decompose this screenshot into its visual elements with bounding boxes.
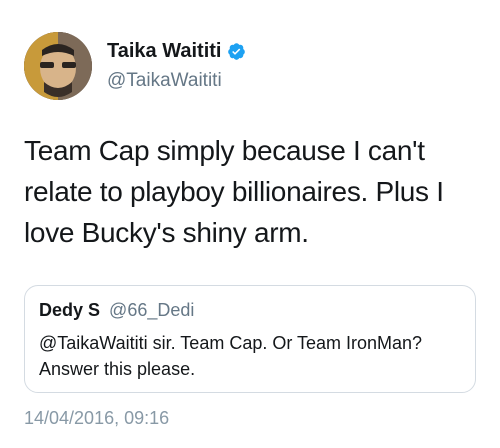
verified-badge-icon <box>228 43 246 60</box>
tweet-card: Taika Waititi @TaikaWaititi Team Cap sim… <box>0 0 500 448</box>
avatar-image <box>24 32 92 100</box>
tweet-text: Team Cap simply because I can't relate t… <box>24 135 444 248</box>
quoted-tweet-header: Dedy S @66_Dedi <box>39 300 194 321</box>
quoted-tweet-card[interactable]: Dedy S @66_Dedi @TaikaWaititi sir. Team … <box>24 285 476 393</box>
quoted-author-handle: @66_Dedi <box>109 300 195 320</box>
author-name[interactable]: Taika Waititi <box>107 40 246 63</box>
quoted-author-name: Dedy S <box>39 300 101 320</box>
quoted-tweet-text: @TaikaWaititi sir. Team Cap. Or Team Iro… <box>39 333 423 379</box>
author-avatar[interactable] <box>24 32 92 100</box>
author-handle[interactable]: @TaikaWaititi <box>107 70 222 92</box>
tweet-timestamp[interactable]: 14/04/2016, 09:16 <box>24 408 169 429</box>
author-name-text[interactable]: Taika Waititi <box>107 40 221 63</box>
